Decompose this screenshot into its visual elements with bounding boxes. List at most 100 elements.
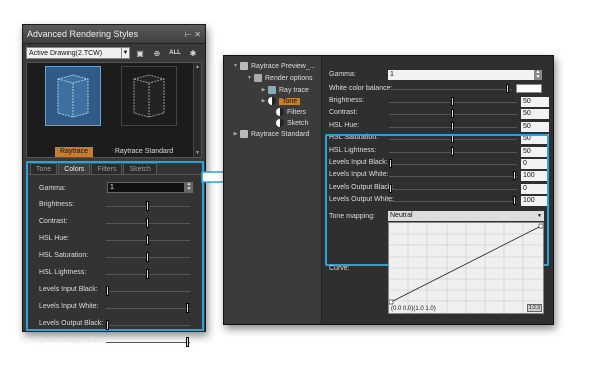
property-value-input[interactable]: 0	[521, 183, 549, 194]
property-slider-track[interactable]	[389, 176, 517, 178]
tab-sketch[interactable]: Sketch	[123, 163, 157, 174]
slider-row: Levels Input Black:	[28, 284, 202, 298]
property-value-input[interactable]: 50	[521, 97, 549, 107]
expand-icon[interactable]: ▶	[232, 131, 239, 137]
tab-filters[interactable]: Filters	[91, 163, 123, 174]
slider-knob[interactable]	[146, 252, 149, 262]
find-style-icon[interactable]: ⊕	[150, 48, 164, 59]
gamma-label: Gamma:	[39, 185, 66, 192]
show-all-button[interactable]: ALL	[167, 48, 183, 59]
tone-mapping-select[interactable]: Neutral ▼	[388, 211, 544, 221]
property-slider-knob[interactable]	[513, 196, 516, 206]
tone-mapping-label: Tone mapping:	[329, 213, 375, 220]
slider-knob[interactable]	[146, 235, 149, 245]
cube-preview-icon	[57, 74, 89, 118]
scroll-up-icon[interactable]: ▲	[194, 64, 201, 70]
property-slider-knob[interactable]	[451, 97, 454, 106]
curve-zoom-button[interactable]: 1:2.3	[526, 304, 542, 312]
property-slider-track[interactable]	[389, 188, 517, 190]
property-value-input[interactable]: 50	[521, 121, 549, 132]
slider-row: HSL Saturation:	[28, 250, 202, 264]
slider-label: HSL Hue:	[39, 235, 70, 242]
property-slider-knob[interactable]	[451, 134, 454, 144]
panel-title-bar: Advanced Rendering Styles ⊢ ✕	[23, 25, 205, 44]
slider-knob[interactable]	[186, 303, 189, 313]
tab-colors[interactable]: Colors	[58, 163, 91, 174]
property-slider-knob[interactable]	[451, 109, 454, 119]
expand-icon[interactable]: ▶	[260, 87, 267, 93]
property-value-input[interactable]: 0	[521, 159, 549, 169]
property-value-input[interactable]: 50	[521, 134, 549, 145]
slider-track[interactable]	[106, 342, 190, 343]
property-label: HSL Lightness:	[329, 146, 377, 154]
property-slider-knob[interactable]	[513, 171, 516, 181]
slider-track[interactable]	[106, 291, 190, 292]
property-value-input[interactable]: 100	[521, 171, 549, 182]
tree-item[interactable]: ▼ Raytrace Preview_...	[232, 61, 316, 71]
thumbnail-scrollbar[interactable]: ▲ ▼	[193, 63, 201, 157]
slider-row: Levels Output White:	[28, 335, 202, 349]
property-value-input[interactable]: 50	[521, 146, 549, 157]
scroll-down-icon[interactable]: ▼	[194, 150, 201, 156]
slider-knob[interactable]	[106, 320, 109, 330]
property-slider-knob[interactable]	[389, 159, 392, 168]
property-row: Brightness: 50	[325, 96, 551, 108]
screenshot-stage: Advanced Rendering Styles ⊢ ✕ Active Dra…	[0, 0, 601, 381]
tree-item[interactable]: ▶ Tone	[260, 96, 301, 106]
close-icon[interactable]: ✕	[194, 30, 201, 39]
tree-node-icon	[268, 86, 276, 94]
curve-editor[interactable]: (0.0 0.0)(1.0 1.0) 1:2.3	[388, 222, 544, 314]
style-settings-box: Tone Colors Filters Sketch Gamma: 1 ▲ ▼ B…	[26, 161, 204, 347]
new-style-icon[interactable]: ▣	[133, 48, 147, 59]
property-slider-knob[interactable]	[451, 146, 454, 156]
gamma-spinner[interactable]: ▲ ▼	[185, 182, 193, 193]
thumbnail-raytrace-standard[interactable]	[121, 66, 177, 126]
thumbnail-raytrace[interactable]	[45, 66, 101, 126]
tree-node-icon	[276, 119, 284, 127]
slider-row: Levels Output Black:	[28, 318, 202, 332]
curve-point[interactable]	[389, 299, 394, 305]
slider-knob[interactable]	[146, 269, 149, 279]
property-value-input[interactable]: 50	[521, 109, 549, 120]
expand-icon[interactable]: ▶	[260, 98, 267, 104]
property-slider-track[interactable]	[389, 164, 517, 165]
property-label: HSL Hue:	[329, 121, 360, 129]
toolbar-row: Active Drawing(2.TCW) ▼ ▣ ⊕ ALL ✱	[26, 47, 202, 59]
tab-tone[interactable]: Tone	[30, 163, 58, 174]
drawing-select-value: Active Drawing(2.TCW)	[29, 49, 103, 57]
expand-icon[interactable]: ▼	[232, 63, 239, 69]
property-slider-knob[interactable]	[451, 121, 454, 131]
slider-knob[interactable]	[106, 286, 109, 296]
property-label: Levels Input Black:	[329, 159, 388, 166]
tone-mapping-value: Neutral	[390, 212, 413, 219]
property-row: Levels Input Black: 0	[325, 158, 551, 170]
tree-item[interactable]: Sketch	[268, 118, 308, 128]
pin-icon[interactable]: ⊢	[184, 30, 191, 39]
tree-item[interactable]: Filters	[268, 107, 306, 117]
slider-knob[interactable]	[146, 201, 149, 211]
property-value-input[interactable]: 100	[521, 196, 549, 207]
slider-label: Levels Input Black:	[39, 286, 98, 293]
tree-item[interactable]: ▶ Ray trace	[260, 85, 309, 95]
slider-label: HSL Saturation:	[39, 252, 89, 259]
settings-tabs: Tone Colors Filters Sketch	[28, 163, 202, 175]
tree-item[interactable]: ▼ Render options	[246, 73, 312, 83]
tree-item[interactable]: ▶ Raytrace Standard	[232, 129, 309, 139]
settings-icon[interactable]: ✱	[186, 48, 200, 59]
property-label: HSL Saturation:	[329, 134, 379, 142]
slider-track[interactable]	[106, 308, 190, 309]
property-row: Levels Output White: 100	[325, 195, 551, 207]
slider-row: HSL Hue:	[28, 233, 202, 247]
thumbnail-label: Raytrace	[55, 147, 93, 157]
tree-node-icon	[240, 130, 248, 138]
gamma-input[interactable]: 1	[107, 182, 185, 193]
style-thumbnails: Raytrace Raytrace Standard ▲ ▼	[26, 62, 202, 158]
slider-knob[interactable]	[186, 337, 189, 347]
property-slider-track[interactable]	[389, 201, 517, 203]
drawing-select[interactable]: Active Drawing(2.TCW) ▼	[26, 47, 130, 59]
property-slider-knob[interactable]	[389, 183, 392, 193]
expand-icon[interactable]: ▼	[246, 75, 253, 81]
slider-knob[interactable]	[146, 218, 149, 228]
curve-point[interactable]	[538, 223, 543, 229]
slider-track[interactable]	[106, 325, 190, 326]
